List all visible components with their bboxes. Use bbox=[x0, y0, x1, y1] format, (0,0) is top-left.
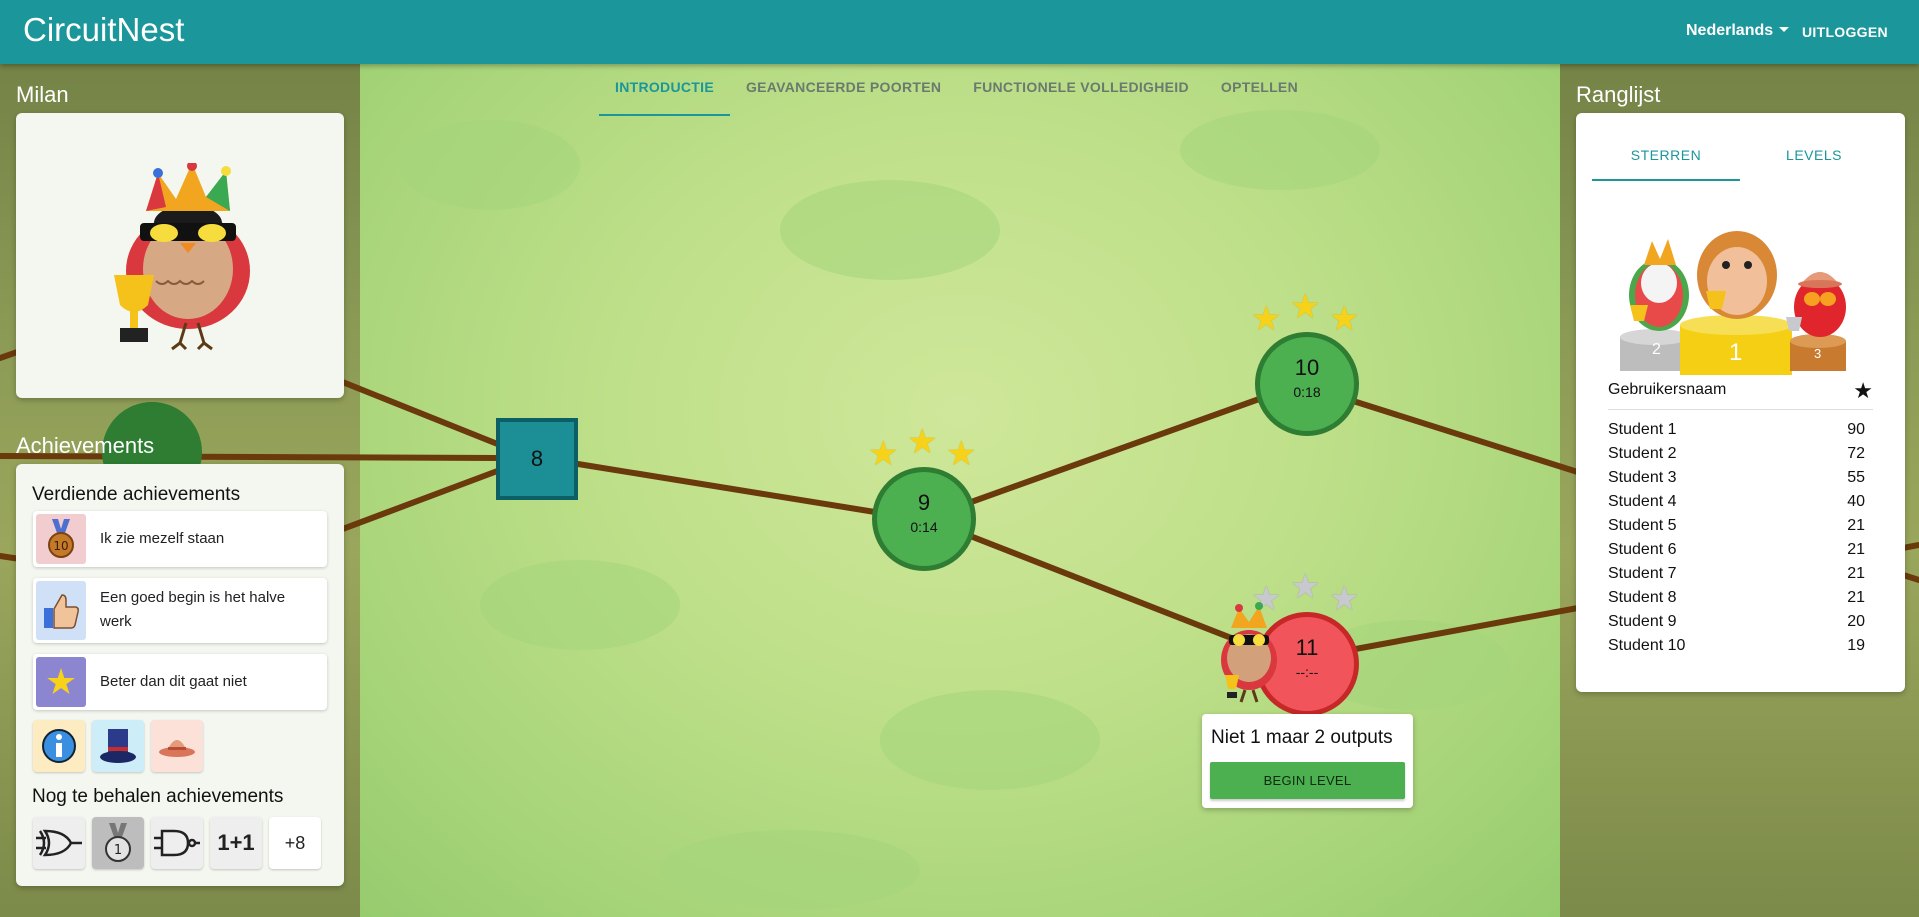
podium-third: 3 bbox=[1814, 346, 1822, 361]
star-icon: ★ bbox=[1290, 568, 1321, 606]
level-8-node[interactable]: 8 bbox=[496, 418, 578, 500]
tab-levels[interactable]: LEVELS bbox=[1740, 133, 1888, 177]
leaderboard-row: Student 8 21 bbox=[1608, 589, 1865, 613]
app-bar: CircuitNest Nederlands UITLOGGEN bbox=[0, 0, 1919, 64]
student-name: Student 1 bbox=[1608, 421, 1677, 438]
tab-sterren[interactable]: STERREN bbox=[1592, 133, 1740, 181]
student-score: 40 bbox=[1847, 493, 1865, 510]
podium-second: 2 bbox=[1652, 341, 1661, 358]
leaderboard-row: Student 4 40 bbox=[1608, 493, 1865, 517]
leaderboard-row: Student 5 21 bbox=[1608, 517, 1865, 541]
student-name: Student 7 bbox=[1608, 565, 1677, 582]
student-score: 21 bbox=[1847, 565, 1865, 582]
star-icon[interactable]: ★ bbox=[1853, 378, 1873, 404]
achievement-item[interactable]: 10 Ik zie mezelf staan bbox=[33, 511, 327, 567]
svg-text:1: 1 bbox=[114, 843, 122, 858]
level-popup-title: Niet 1 maar 2 outputs bbox=[1211, 727, 1393, 748]
student-name: Student 6 bbox=[1608, 541, 1677, 558]
level-number: 9 bbox=[917, 490, 931, 515]
achievements-card: Verdiende achievements 10 Ik zie mezelf … bbox=[16, 464, 344, 886]
star-icon: ★ bbox=[907, 423, 938, 461]
leaderboard-row: Student 9 20 bbox=[1608, 613, 1865, 637]
student-score: 55 bbox=[1847, 469, 1865, 486]
leaderboard-row: Student 6 21 bbox=[1608, 541, 1865, 565]
thumbs-up-icon bbox=[36, 581, 86, 640]
more-achievements-badge[interactable]: +8 bbox=[269, 817, 321, 869]
profile-name: Milan bbox=[16, 82, 69, 107]
language-selector[interactable]: Nederlands bbox=[1686, 22, 1790, 40]
top-hat-icon[interactable] bbox=[92, 720, 144, 772]
one-plus-one-label: 1+1 bbox=[217, 830, 255, 855]
level-number: 10 bbox=[1294, 355, 1320, 380]
student-score: 21 bbox=[1847, 517, 1865, 534]
level-time: 0:18 bbox=[1293, 384, 1321, 400]
earned-achievements-title: Verdiende achievements bbox=[32, 484, 241, 505]
tab-functionele-volledigheid[interactable]: FUNCTIONELE VOLLEDIGHEID bbox=[957, 68, 1205, 112]
podium-first: 1 bbox=[1729, 339, 1743, 366]
leaderboard-header: Gebruikersnaam ★ bbox=[1608, 378, 1873, 410]
leaderboard-list: Student 1 90 Student 2 72 Student 3 55 Stud… bbox=[1608, 421, 1865, 661]
medal-10-icon: 10 bbox=[36, 514, 86, 564]
student-score: 20 bbox=[1847, 613, 1865, 630]
language-label: Nederlands bbox=[1686, 22, 1774, 39]
leaderboard-row: Student 2 72 bbox=[1608, 445, 1865, 469]
xor-gate-icon[interactable] bbox=[33, 817, 85, 869]
tab-geavanceerde-poorten[interactable]: GEAVANCEERDE POORTEN bbox=[730, 68, 957, 112]
student-name: Student 3 bbox=[1608, 469, 1677, 486]
student-score: 21 bbox=[1847, 541, 1865, 558]
student-score: 19 bbox=[1847, 637, 1865, 654]
achievements-title: Achievements bbox=[16, 433, 155, 458]
student-name: Student 5 bbox=[1608, 517, 1677, 534]
leaderboard-row: Student 1 90 bbox=[1608, 421, 1865, 445]
star-icon: ★ bbox=[1290, 288, 1321, 326]
star-icon: ★ bbox=[36, 657, 86, 707]
student-name: Student 2 bbox=[1608, 445, 1677, 462]
level-popup: Niet 1 maar 2 outputs BEGIN LEVEL bbox=[1202, 714, 1413, 808]
achievement-label: Ik zie mezelf staan bbox=[100, 530, 225, 547]
chevron-down-icon bbox=[1779, 27, 1790, 32]
svg-text:10: 10 bbox=[53, 539, 68, 553]
nand-gate-icon[interactable] bbox=[151, 817, 203, 869]
username-column-header: Gebruikersnaam bbox=[1608, 381, 1727, 398]
leaderboard-tabs: STERREN LEVELS bbox=[1592, 133, 1888, 181]
star-icon: ★ bbox=[946, 435, 977, 473]
tab-introductie[interactable]: INTRODUCTIE bbox=[599, 68, 730, 116]
student-name: Student 10 bbox=[1608, 637, 1686, 654]
student-score: 21 bbox=[1847, 589, 1865, 606]
begin-level-button[interactable]: BEGIN LEVEL bbox=[1210, 762, 1405, 799]
achievement-label: Een goed begin is het halve werk bbox=[100, 589, 286, 630]
star-icon: ★ bbox=[868, 435, 899, 473]
info-icon[interactable] bbox=[33, 720, 85, 772]
leaderboard-title: Ranglijst bbox=[1576, 82, 1661, 107]
player-avatar-icon bbox=[1221, 602, 1277, 703]
world-tabs: INTRODUCTIE GEAVANCEERDE POORTEN FUNCTIO… bbox=[599, 68, 1314, 116]
star-icon: ★ bbox=[1329, 580, 1360, 618]
star-icon: ★ bbox=[1251, 300, 1282, 338]
tab-optellen[interactable]: OPTELLEN bbox=[1205, 68, 1314, 112]
leaderboard-card: STERREN LEVELS 2 1 3 Gebruikersnaam ★ St… bbox=[1576, 113, 1905, 692]
sun-hat-icon[interactable] bbox=[151, 720, 203, 772]
logout-button[interactable]: UITLOGGEN bbox=[1802, 24, 1888, 40]
student-name: Student 4 bbox=[1608, 493, 1677, 510]
profile-card bbox=[16, 113, 344, 398]
leaderboard-row: Student 10 19 bbox=[1608, 637, 1865, 661]
one-plus-one-icon[interactable]: 1+1 bbox=[210, 817, 262, 869]
leaderboard-row: Student 7 21 bbox=[1608, 565, 1865, 589]
pending-achievements-title: Nog te behalen achievements bbox=[32, 786, 284, 807]
achievement-label: Beter dan dit gaat niet bbox=[100, 673, 247, 690]
student-name: Student 8 bbox=[1608, 589, 1677, 606]
leaderboard-row: Student 3 55 bbox=[1608, 469, 1865, 493]
student-score: 90 bbox=[1847, 421, 1865, 438]
achievement-item[interactable]: Een goed begin is het halve werk bbox=[33, 578, 327, 643]
star-icon: ★ bbox=[1329, 300, 1360, 338]
app-logo[interactable]: CircuitNest bbox=[23, 11, 184, 49]
achievement-item[interactable]: ★ Beter dan dit gaat niet bbox=[33, 654, 327, 710]
level-time: 0:14 bbox=[910, 519, 938, 535]
student-score: 72 bbox=[1847, 445, 1865, 462]
level-10-node[interactable]: 10 0:18 bbox=[1255, 332, 1359, 436]
medal-1-icon[interactable]: 1 bbox=[92, 817, 144, 869]
level-9-node[interactable]: 9 0:14 bbox=[872, 467, 976, 571]
avatar bbox=[114, 163, 250, 351]
student-name: Student 9 bbox=[1608, 613, 1677, 630]
